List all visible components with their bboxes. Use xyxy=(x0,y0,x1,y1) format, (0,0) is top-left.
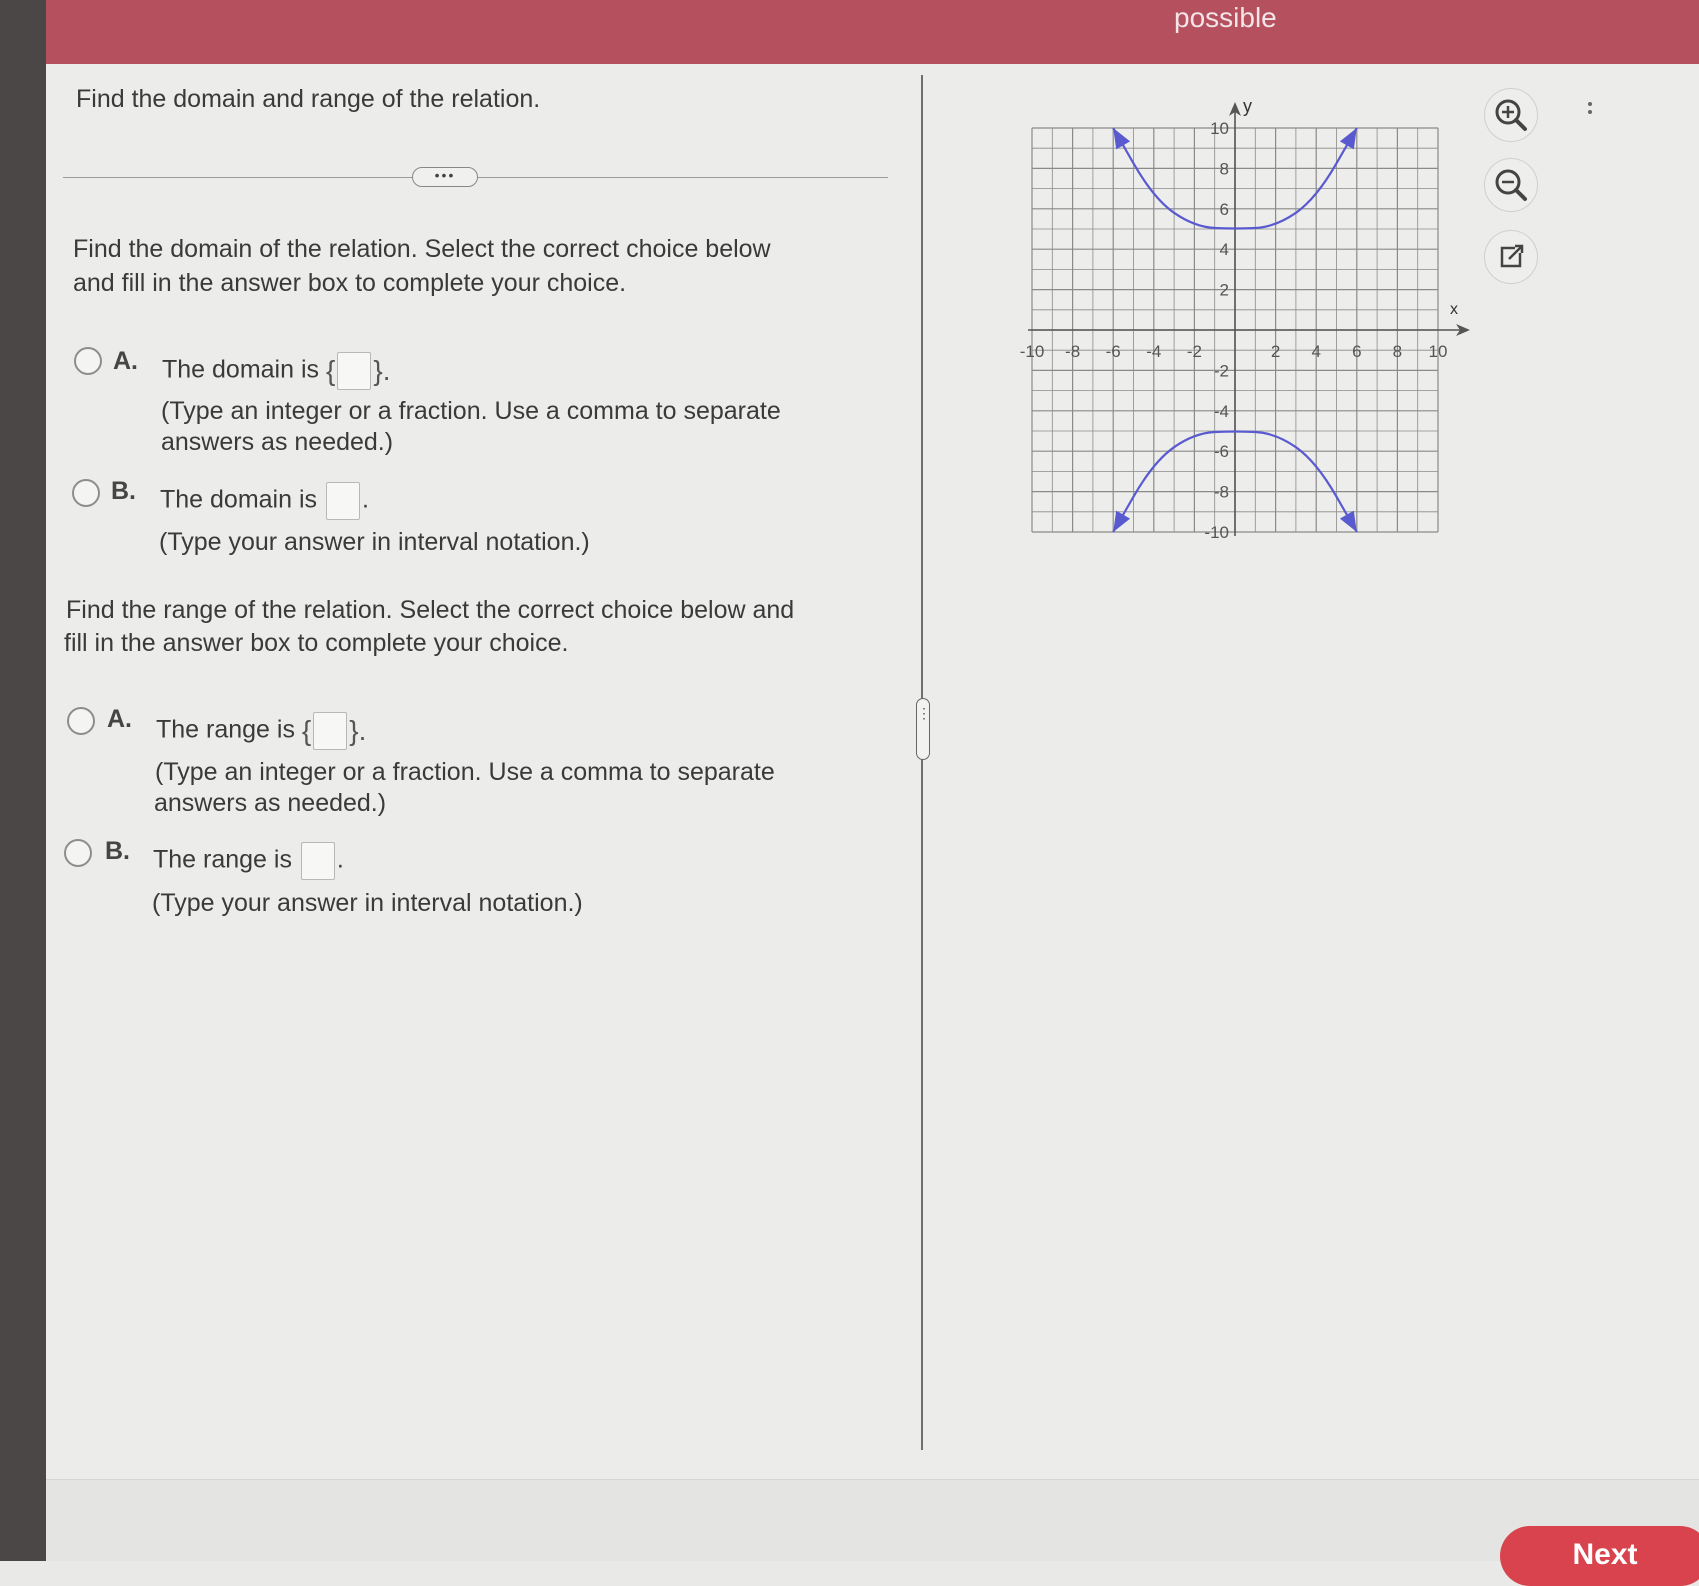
y-tick-label: -2 xyxy=(1214,361,1229,380)
range-option-a-text: The range is xyxy=(156,715,295,744)
range-option-b-letter: B. xyxy=(105,837,130,865)
range-option-b-statement: The range is . xyxy=(153,842,344,880)
range-option-b-answer-box[interactable] xyxy=(300,842,335,880)
domain-option-b-answer-box[interactable] xyxy=(325,482,360,520)
domain-option-a-hint-line1: (Type an integer or a fraction. Use a co… xyxy=(161,397,781,425)
panel-splitter xyxy=(921,75,923,1450)
x-tick-label: -2 xyxy=(1187,342,1202,361)
footer-bar xyxy=(46,1479,1699,1561)
range-option-b-radio[interactable] xyxy=(64,839,92,867)
x-tick-label: -4 xyxy=(1146,342,1161,361)
more-options-icon[interactable] xyxy=(1586,98,1594,128)
next-button[interactable]: Next xyxy=(1500,1526,1699,1586)
domain-option-a-statement: The domain is {}. xyxy=(162,352,390,390)
range-instruction-line2: fill in the answer box to complete your … xyxy=(64,629,569,657)
y-tick-label: -4 xyxy=(1214,402,1229,421)
open-brace: { xyxy=(301,715,312,746)
y-tick-label: -6 xyxy=(1214,442,1229,461)
open-external-button[interactable] xyxy=(1484,230,1538,284)
domain-option-b-text: The domain is xyxy=(160,485,318,514)
relation-graph: x y -10 -8 -6 -4 -2 2 4 6 8 10 10 8 6 4 2 -2 -4 -6 -8 -10 xyxy=(1020,96,1470,542)
x-tick-label: 8 xyxy=(1393,342,1402,361)
device-bezel xyxy=(0,0,46,1561)
header-bar: possible xyxy=(46,0,1699,64)
domain-option-b-hint: (Type your answer in interval notation.) xyxy=(159,528,590,556)
period: . xyxy=(361,485,369,514)
close-brace: }. xyxy=(373,355,391,386)
range-option-a-statement: The range is {}. xyxy=(156,712,366,750)
domain-option-a-radio[interactable] xyxy=(74,347,102,375)
range-option-b-text: The range is xyxy=(153,845,292,874)
range-option-a-answer-box[interactable] xyxy=(313,712,348,750)
domain-instruction-line2: and fill in the answer box to complete y… xyxy=(73,269,627,297)
y-tick-label: 2 xyxy=(1220,281,1229,300)
x-tick-label: 6 xyxy=(1352,342,1361,361)
range-option-a-radio[interactable] xyxy=(67,707,95,735)
zoom-in-icon xyxy=(1495,99,1527,131)
domain-option-b-radio[interactable] xyxy=(72,479,100,507)
y-tick-label: 8 xyxy=(1220,159,1229,178)
y-tick-label: 6 xyxy=(1220,200,1229,219)
x-tick-label: -10 xyxy=(1020,342,1045,361)
external-link-icon xyxy=(1500,244,1524,268)
x-tick-label: 10 xyxy=(1429,342,1448,361)
domain-option-a-hint-line2: answers as needed.) xyxy=(161,428,394,456)
open-brace: { xyxy=(325,355,336,386)
range-option-a-hint-line2: answers as needed.) xyxy=(154,789,387,817)
y-tick-label: -10 xyxy=(1204,523,1229,542)
y-axis-label: y xyxy=(1243,96,1252,116)
close-brace: }. xyxy=(349,715,367,746)
x-tick-label: -6 xyxy=(1106,342,1121,361)
domain-option-a-answer-box[interactable] xyxy=(337,352,372,390)
range-option-a-hint-line1: (Type an integer or a fraction. Use a co… xyxy=(155,758,775,786)
x-tick-label: 2 xyxy=(1271,342,1280,361)
points-possible-text: possible xyxy=(1174,2,1277,33)
period: . xyxy=(336,845,344,874)
domain-instruction-line1: Find the domain of the relation. Select … xyxy=(73,235,771,263)
y-tick-label: 4 xyxy=(1220,240,1229,259)
expand-button[interactable]: ••• xyxy=(412,167,478,187)
zoom-out-icon xyxy=(1495,169,1527,201)
domain-option-b-letter: B. xyxy=(111,477,136,505)
range-option-b-hint: (Type your answer in interval notation.) xyxy=(152,889,583,917)
y-tick-label: 10 xyxy=(1210,119,1229,138)
x-tick-label: -8 xyxy=(1065,342,1080,361)
question-prompt: Find the domain and range of the relatio… xyxy=(76,85,541,113)
domain-option-a-text: The domain is xyxy=(162,355,320,384)
zoom-in-button[interactable] xyxy=(1484,88,1538,142)
zoom-out-button[interactable] xyxy=(1484,158,1538,212)
x-tick-label: 4 xyxy=(1311,342,1320,361)
range-option-a-letter: A. xyxy=(107,705,132,733)
domain-option-a-letter: A. xyxy=(113,347,138,375)
domain-option-b-statement: The domain is . xyxy=(160,482,369,520)
y-tick-label: -8 xyxy=(1214,483,1229,502)
x-axis-label: x xyxy=(1450,301,1458,318)
splitter-handle[interactable]: ⋮ xyxy=(916,698,931,760)
range-instruction-line1: Find the range of the relation. Select t… xyxy=(66,596,795,624)
